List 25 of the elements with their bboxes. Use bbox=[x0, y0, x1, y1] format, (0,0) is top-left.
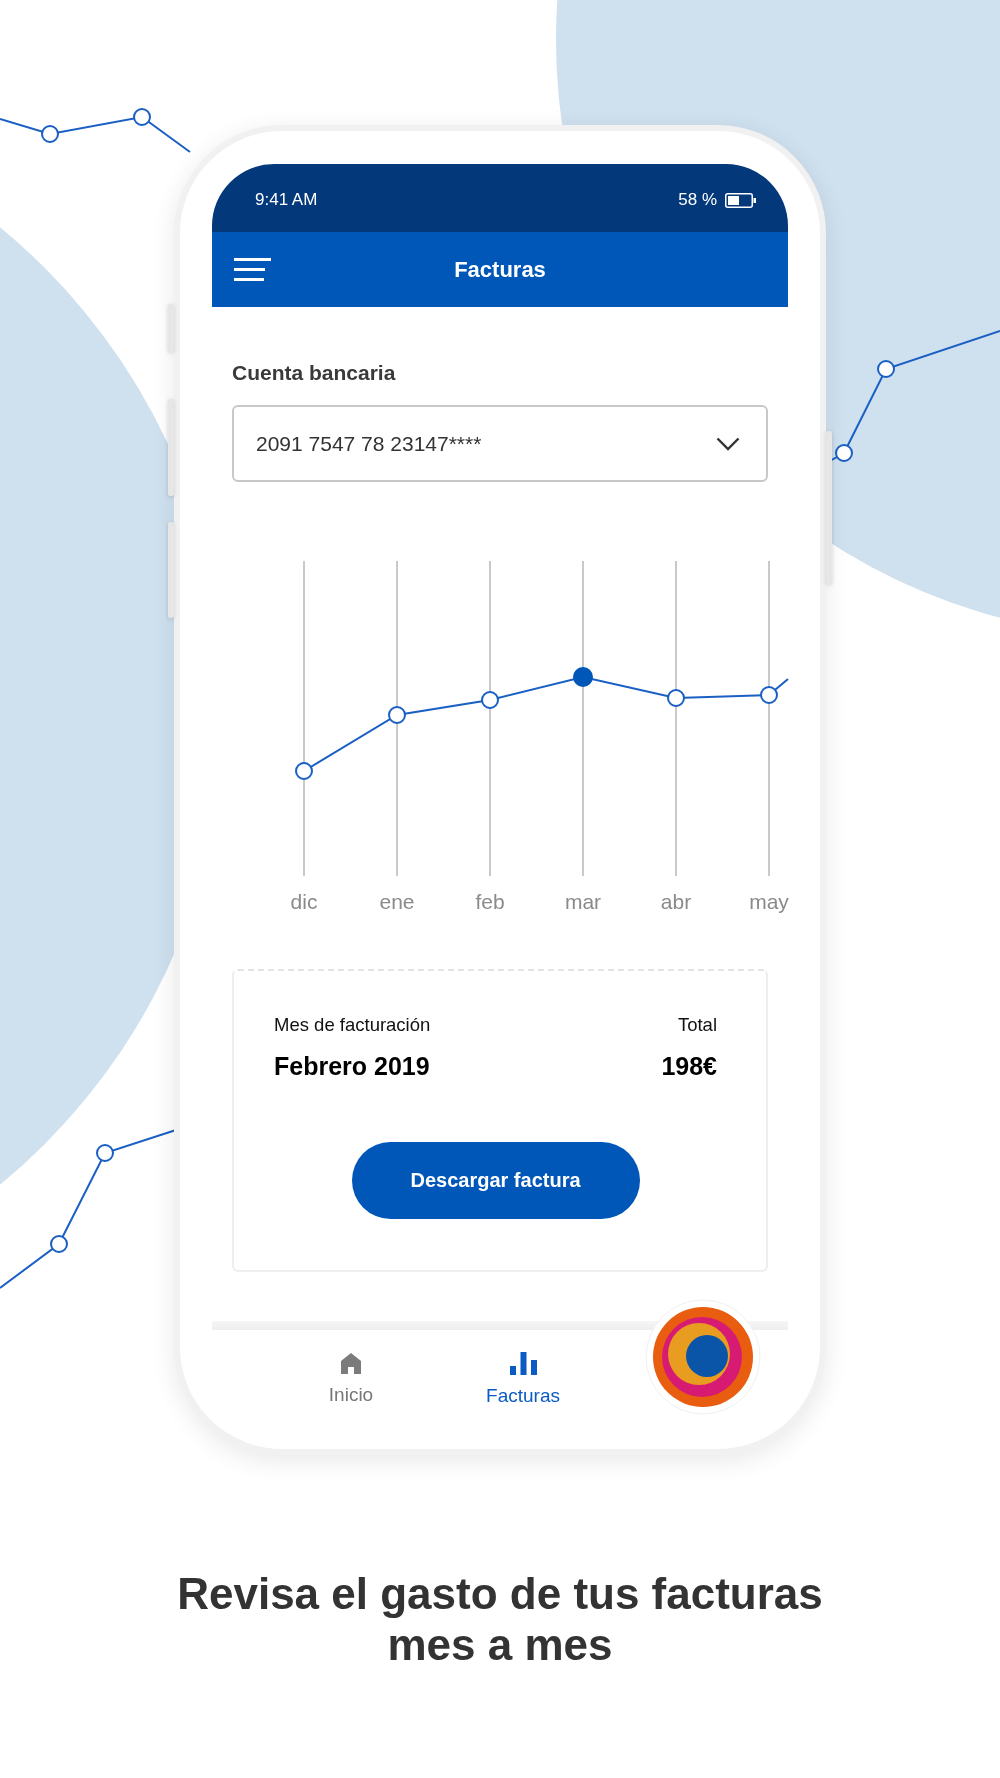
home-icon bbox=[340, 1352, 362, 1374]
download-invoice-button[interactable]: Descargar factura bbox=[351, 1142, 640, 1219]
account-dropdown[interactable]: 2091 7547 78 23147**** bbox=[232, 405, 768, 482]
battery-percentage: 58 % bbox=[678, 190, 717, 210]
header-title: Facturas bbox=[454, 256, 546, 283]
month-label: may bbox=[749, 890, 789, 913]
month-label: ene bbox=[379, 890, 415, 913]
menu-icon[interactable] bbox=[234, 258, 271, 281]
month-label: abr bbox=[660, 890, 692, 913]
billing-month-value: Febrero 2019 bbox=[274, 1051, 430, 1081]
month-label: feb bbox=[475, 890, 505, 913]
caption-heading: Revisa el gasto de tus facturas mes a mes bbox=[177, 1568, 823, 1670]
total-amount: 198€ bbox=[661, 1051, 717, 1081]
bar-chart-icon bbox=[509, 1352, 537, 1375]
chevron-down-icon bbox=[716, 436, 740, 451]
nav-tab[interactable]: Facturas bbox=[463, 1352, 583, 1407]
billing-month-label: Mes de facturación bbox=[274, 1014, 431, 1036]
month-label: mar bbox=[564, 890, 602, 913]
circles-logo-icon[interactable] bbox=[645, 1299, 761, 1415]
month-label: dic bbox=[290, 890, 318, 913]
status-time: 9:41 AM bbox=[255, 190, 318, 210]
account-label: Cuenta bancaria bbox=[232, 361, 396, 385]
total-label: Total bbox=[677, 1014, 717, 1036]
nav-tab[interactable]: Inicio bbox=[291, 1352, 411, 1407]
battery-icon bbox=[725, 192, 756, 208]
